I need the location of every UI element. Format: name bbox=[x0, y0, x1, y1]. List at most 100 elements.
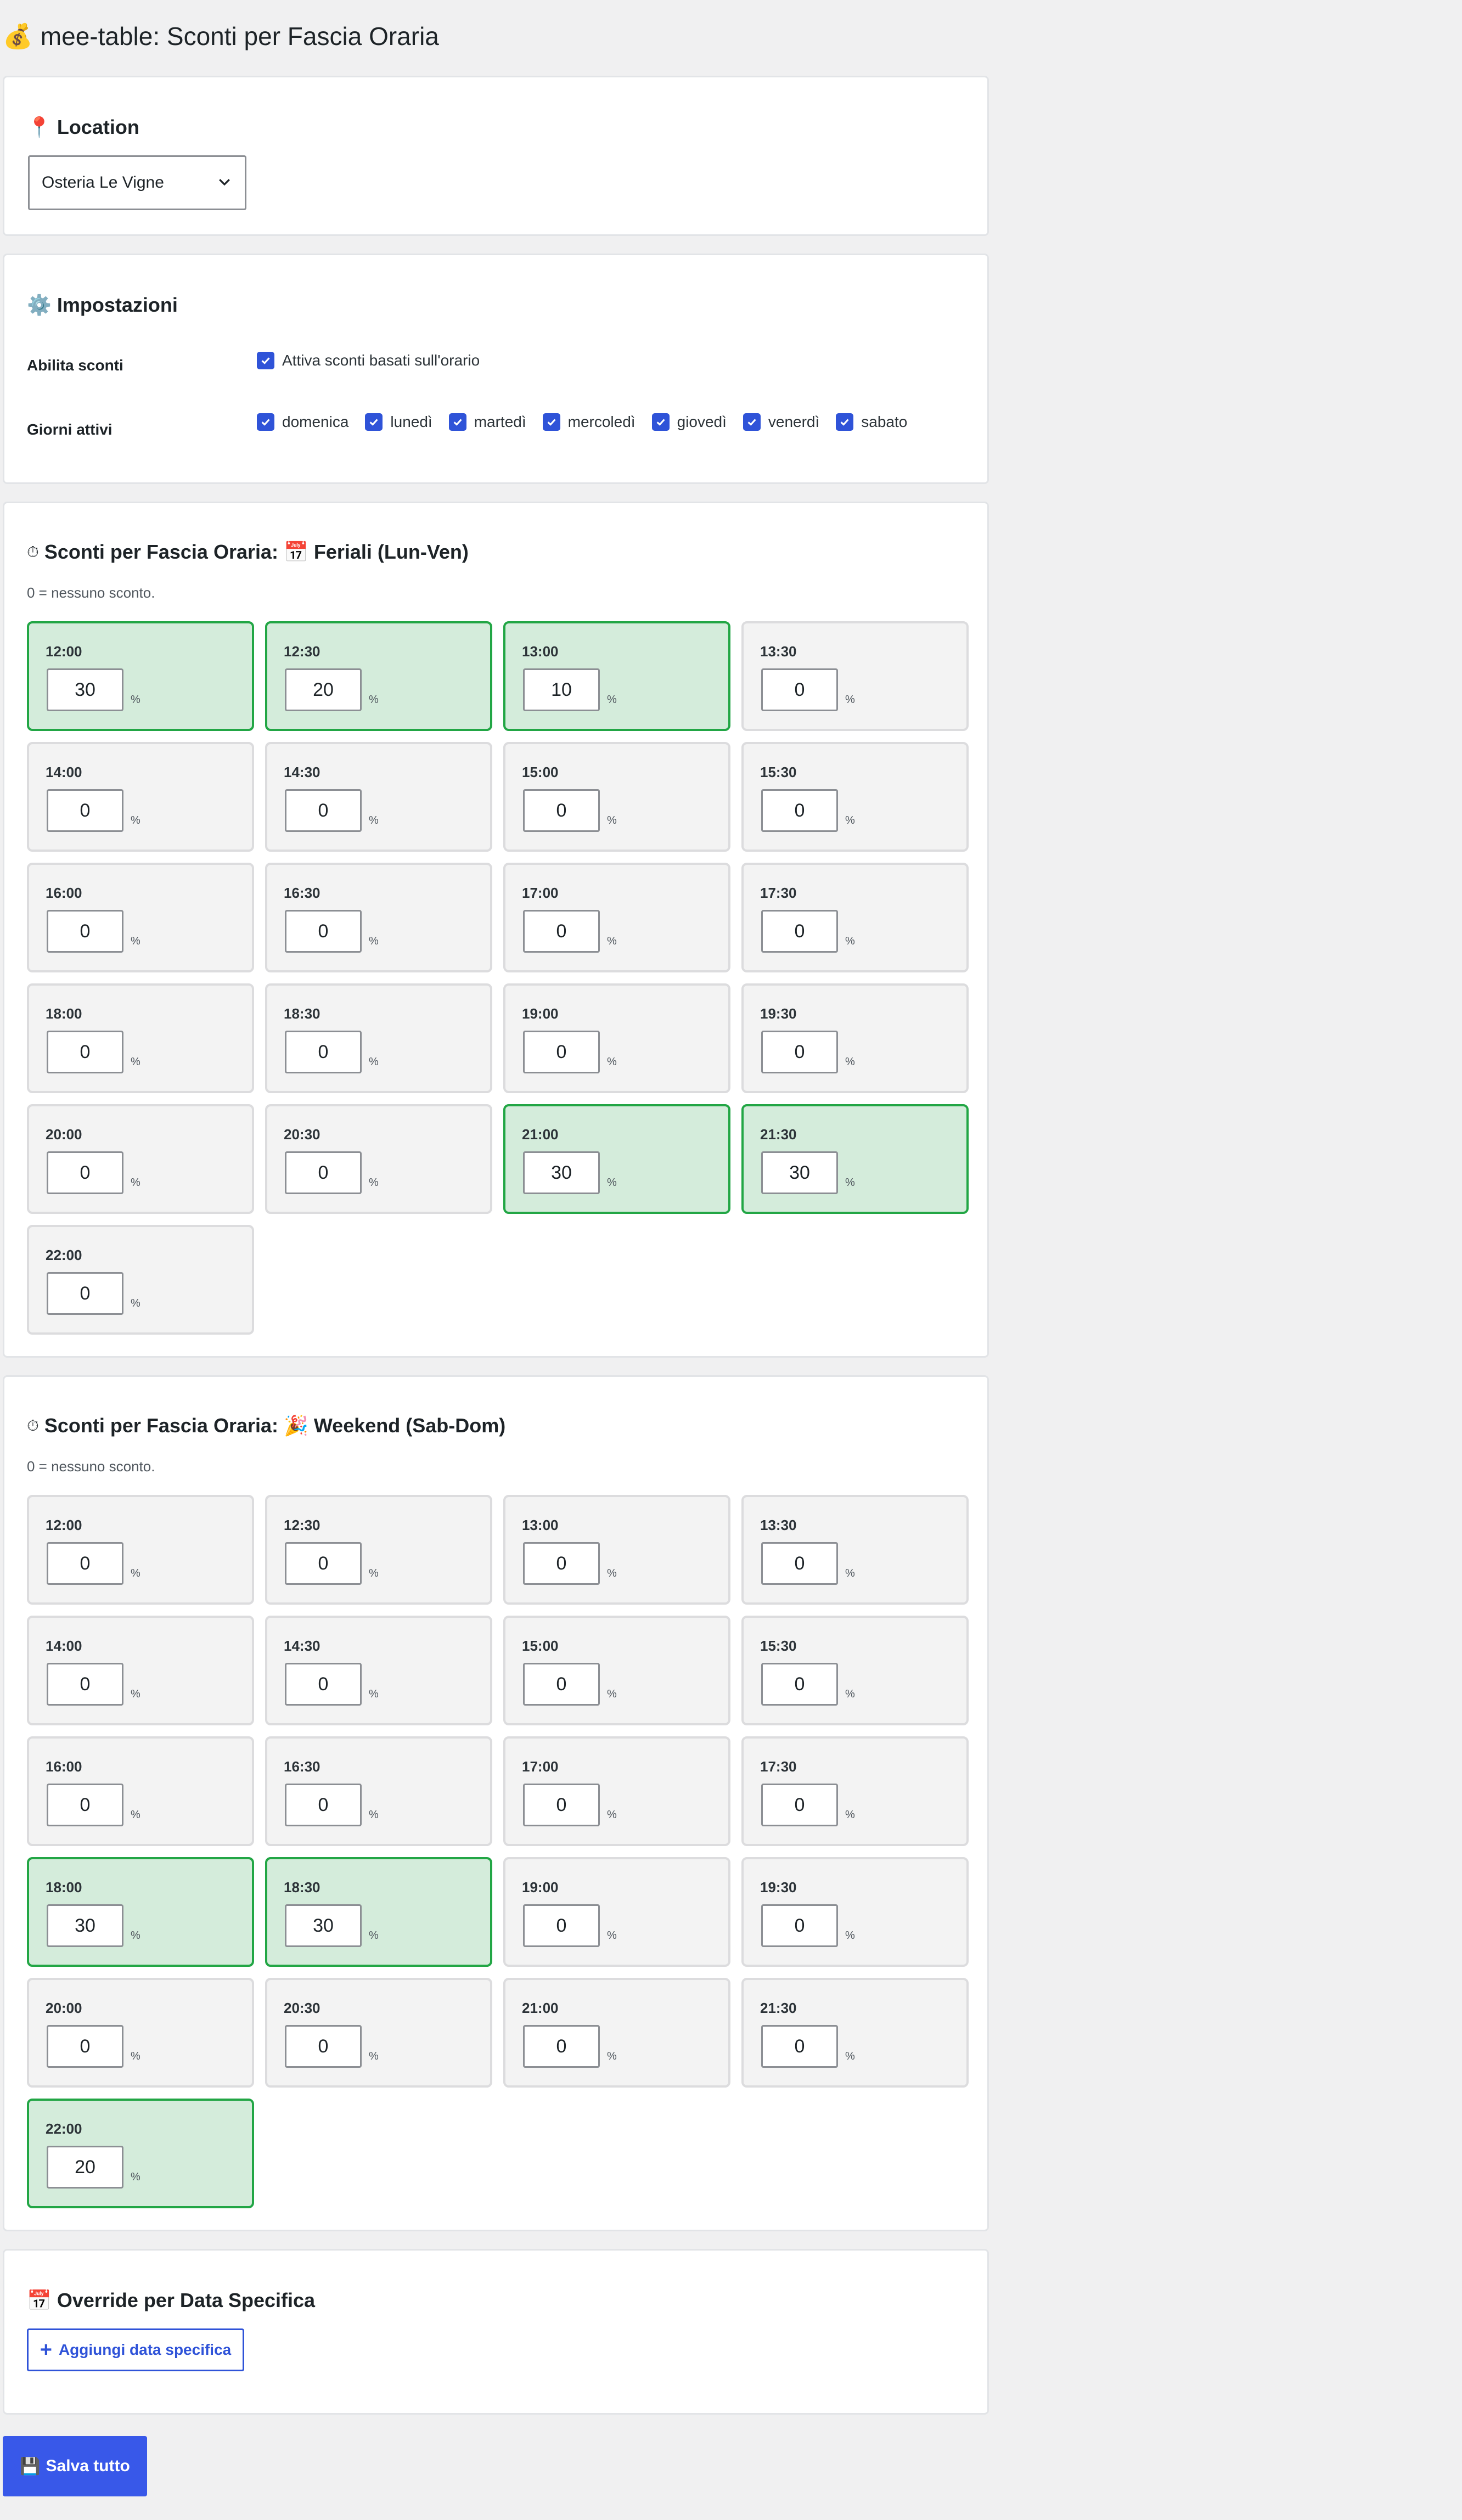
discount-input[interactable]: 0 bbox=[523, 1663, 600, 1706]
discount-input[interactable]: 0 bbox=[761, 2025, 838, 2068]
check-icon bbox=[656, 419, 665, 426]
discount-input[interactable]: 0 bbox=[523, 1542, 600, 1585]
discount-input[interactable]: 0 bbox=[47, 1151, 123, 1194]
discount-input[interactable]: 0 bbox=[761, 1542, 838, 1585]
discount-input[interactable]: 0 bbox=[761, 1784, 838, 1826]
discount-input[interactable]: 0 bbox=[761, 668, 838, 711]
discount-input[interactable]: 0 bbox=[285, 789, 362, 832]
discount-input[interactable]: 0 bbox=[523, 910, 600, 953]
discount-input[interactable]: 30 bbox=[47, 1904, 123, 1947]
time-slot: 21:30 0% bbox=[741, 1978, 969, 2088]
discount-input[interactable]: 0 bbox=[761, 1663, 838, 1706]
discount-input[interactable]: 0 bbox=[47, 1272, 123, 1315]
slot-time: 17:30 bbox=[760, 1758, 797, 1775]
slot-time: 19:30 bbox=[760, 1879, 797, 1895]
time-slot: 13:30 0% bbox=[741, 621, 969, 731]
discount-input[interactable]: 0 bbox=[523, 1031, 600, 1073]
discount-input[interactable]: 0 bbox=[47, 1031, 123, 1073]
time-slot: 13:00 0% bbox=[503, 1495, 730, 1605]
time-slot: 17:00 0% bbox=[503, 863, 730, 972]
discount-input[interactable]: 30 bbox=[523, 1151, 600, 1194]
calendar-icon: 📅 bbox=[27, 2289, 52, 2311]
discount-input[interactable]: 0 bbox=[285, 1663, 362, 1706]
day-checkbox[interactable] bbox=[257, 413, 274, 431]
time-slot: 19:30 0% bbox=[741, 1857, 969, 1967]
discount-input[interactable]: 30 bbox=[285, 1904, 362, 1947]
active-days-label: Giorni attivi bbox=[27, 421, 113, 438]
time-slot: 14:00 0% bbox=[27, 742, 254, 852]
discount-input[interactable]: 30 bbox=[761, 1151, 838, 1194]
slot-time: 16:00 bbox=[46, 1758, 82, 1775]
add-specific-date-button[interactable]: + Aggiungi data specifica bbox=[27, 2328, 244, 2371]
time-slot: 16:00 0% bbox=[27, 863, 254, 972]
time-slot: 18:30 0% bbox=[265, 983, 492, 1093]
location-heading-text: Location bbox=[57, 116, 139, 138]
discount-input[interactable]: 0 bbox=[285, 1784, 362, 1826]
percent-sign: % bbox=[131, 814, 140, 826]
percent-sign: % bbox=[607, 1177, 617, 1189]
discount-input[interactable]: 0 bbox=[47, 1784, 123, 1826]
day-option: domenica bbox=[257, 413, 348, 431]
day-checkbox[interactable] bbox=[651, 413, 670, 431]
time-slot: 15:00 0% bbox=[503, 1616, 730, 1725]
discount-input[interactable]: 0 bbox=[523, 2025, 600, 2068]
enable-discounts-label: Abilita sconti bbox=[27, 357, 123, 374]
discount-input[interactable]: 0 bbox=[761, 1904, 838, 1947]
discount-input[interactable]: 20 bbox=[285, 668, 362, 711]
percent-sign: % bbox=[845, 2050, 855, 2062]
time-slot: 21:00 0% bbox=[503, 1978, 730, 2088]
percent-sign: % bbox=[845, 1567, 855, 1579]
percent-sign: % bbox=[607, 1688, 617, 1700]
discount-input[interactable]: 0 bbox=[761, 789, 838, 832]
day-checkbox[interactable] bbox=[365, 413, 383, 431]
discount-input[interactable]: 0 bbox=[285, 1542, 362, 1585]
day-checkbox[interactable] bbox=[448, 413, 466, 431]
save-all-button[interactable]: 💾 Salva tutto bbox=[3, 2436, 147, 2496]
slot-time: 22:00 bbox=[46, 1247, 82, 1263]
check-icon bbox=[840, 419, 849, 426]
day-checkbox[interactable] bbox=[743, 413, 761, 431]
location-card: 📍 Location Osteria Le Vigne bbox=[3, 76, 989, 236]
slot-time: 18:00 bbox=[46, 1005, 82, 1022]
time-slot: 20:00 0% bbox=[27, 1978, 254, 2088]
enable-discounts-checkbox[interactable] bbox=[257, 352, 274, 369]
discount-input[interactable]: 0 bbox=[523, 1904, 600, 1947]
page-title: 💰 mee-table: Sconti per Fascia Oraria bbox=[3, 16, 439, 56]
discount-input[interactable]: 0 bbox=[47, 1542, 123, 1585]
location-select-value: Osteria Le Vigne bbox=[42, 173, 164, 192]
discount-input[interactable]: 0 bbox=[285, 1151, 362, 1194]
slot-time: 13:30 bbox=[760, 643, 797, 660]
discount-input[interactable]: 0 bbox=[523, 789, 600, 832]
time-slot: 16:30 0% bbox=[265, 863, 492, 972]
discount-input[interactable]: 0 bbox=[47, 1663, 123, 1706]
discount-input[interactable]: 0 bbox=[47, 910, 123, 953]
discount-input[interactable]: 0 bbox=[47, 789, 123, 832]
location-select[interactable]: Osteria Le Vigne bbox=[28, 155, 246, 210]
discount-input[interactable]: 0 bbox=[285, 1031, 362, 1073]
day-label: mercoledì bbox=[567, 413, 636, 430]
slot-time: 15:30 bbox=[760, 1638, 797, 1654]
gear-icon: ⚙️ bbox=[27, 294, 52, 316]
slot-time: 21:00 bbox=[522, 2000, 559, 2016]
day-label: sabato bbox=[861, 413, 908, 430]
slot-time: 21:30 bbox=[760, 2000, 797, 2016]
discount-input[interactable]: 0 bbox=[761, 910, 838, 953]
slot-time: 16:30 bbox=[284, 885, 320, 901]
time-slot: 21:30 30% bbox=[741, 1104, 969, 1214]
time-slot: 19:30 0% bbox=[741, 983, 969, 1093]
check-icon bbox=[369, 419, 378, 426]
day-checkbox[interactable] bbox=[836, 413, 854, 431]
discount-input[interactable]: 0 bbox=[761, 1031, 838, 1073]
discount-input[interactable]: 10 bbox=[523, 668, 600, 711]
percent-sign: % bbox=[131, 694, 140, 706]
discount-input[interactable]: 30 bbox=[47, 668, 123, 711]
discount-input[interactable]: 20 bbox=[47, 2146, 123, 2189]
discount-input[interactable]: 0 bbox=[47, 2025, 123, 2068]
discount-input[interactable]: 0 bbox=[523, 1784, 600, 1826]
day-checkbox[interactable] bbox=[542, 413, 560, 431]
weekday-discounts-card: ⏱ Sconti per Fascia Oraria: 📅 Feriali (L… bbox=[3, 502, 989, 1358]
day-label: martedì bbox=[474, 413, 526, 430]
percent-sign: % bbox=[607, 1930, 617, 1942]
discount-input[interactable]: 0 bbox=[285, 2025, 362, 2068]
discount-input[interactable]: 0 bbox=[285, 910, 362, 953]
